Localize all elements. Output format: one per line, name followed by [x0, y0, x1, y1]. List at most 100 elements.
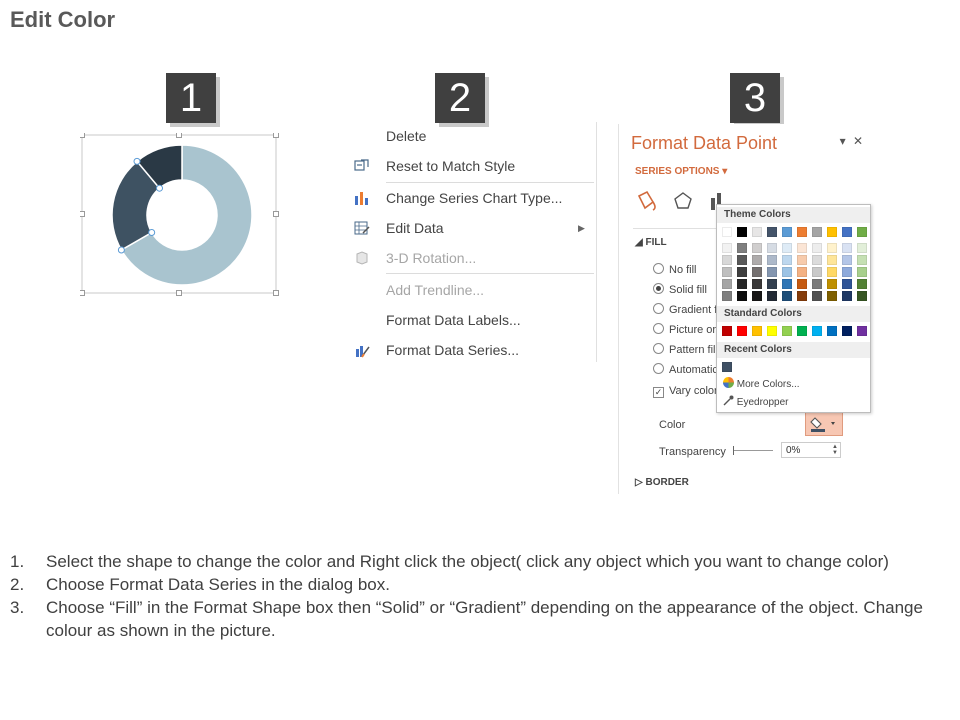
standard-color-swatch[interactable]	[812, 326, 822, 336]
slider-handle[interactable]	[733, 446, 734, 455]
theme-shade-swatch[interactable]	[842, 291, 852, 301]
theme-shade-swatch[interactable]	[857, 279, 867, 289]
menu-item-add-trendline[interactable]: Add Trendline...	[348, 276, 596, 304]
theme-color-swatch[interactable]	[782, 227, 792, 237]
theme-shade-swatch[interactable]	[812, 279, 822, 289]
theme-shade-swatch[interactable]	[722, 279, 732, 289]
theme-shade-swatch[interactable]	[737, 291, 747, 301]
theme-shade-swatch[interactable]	[857, 255, 867, 265]
theme-color-swatch[interactable]	[752, 227, 762, 237]
theme-shade-swatch[interactable]	[737, 279, 747, 289]
theme-shade-swatch[interactable]	[827, 267, 837, 277]
frame-resize-handle[interactable]	[80, 133, 85, 138]
theme-shade-swatch[interactable]	[797, 243, 807, 253]
frame-resize-handle[interactable]	[273, 133, 279, 138]
theme-shade-swatch[interactable]	[827, 291, 837, 301]
series-options-dropdown[interactable]: SERIES OPTIONS ▾	[635, 166, 727, 177]
theme-shade-swatch[interactable]	[767, 243, 777, 253]
theme-shade-swatch[interactable]	[722, 243, 732, 253]
theme-shade-swatch[interactable]	[752, 255, 762, 265]
theme-shade-swatch[interactable]	[767, 267, 777, 277]
vary-colors-checkbox[interactable]: ✓ Vary color	[653, 385, 718, 398]
radio-button[interactable]	[653, 323, 664, 334]
spinner-arrows-icon[interactable]: ▲ ▼	[832, 444, 838, 456]
fill-option-no-fill[interactable]: No fill	[653, 263, 697, 276]
theme-shade-swatch[interactable]	[737, 267, 747, 277]
selection-handle[interactable]	[156, 184, 164, 192]
theme-shade-swatch[interactable]	[827, 279, 837, 289]
fill-color-button[interactable]	[805, 412, 843, 436]
theme-shade-swatch[interactable]	[812, 267, 822, 277]
transparency-input[interactable]: 0% ▲ ▼	[781, 442, 841, 458]
radio-button[interactable]	[653, 343, 664, 354]
theme-shade-swatch[interactable]	[722, 267, 732, 277]
theme-shade-swatch[interactable]	[857, 243, 867, 253]
theme-shade-swatch[interactable]	[752, 243, 762, 253]
standard-color-swatch[interactable]	[752, 326, 762, 336]
theme-shade-swatch[interactable]	[737, 243, 747, 253]
donut-chart-panel[interactable]	[80, 133, 279, 296]
theme-shade-swatch[interactable]	[797, 279, 807, 289]
theme-shade-swatch[interactable]	[737, 255, 747, 265]
theme-shade-swatch[interactable]	[782, 267, 792, 277]
standard-color-swatch[interactable]	[827, 326, 837, 336]
frame-resize-handle[interactable]	[176, 290, 182, 296]
transparency-slider[interactable]	[733, 450, 773, 451]
theme-shade-swatch[interactable]	[752, 279, 762, 289]
theme-color-swatch[interactable]	[842, 227, 852, 237]
theme-shade-swatch[interactable]	[722, 255, 732, 265]
effects-tab-icon[interactable]	[674, 192, 692, 209]
close-icon[interactable]: ✕	[853, 134, 863, 148]
selection-handle[interactable]	[117, 246, 125, 254]
menu-item-delete[interactable]: Delete	[348, 122, 596, 150]
theme-shade-swatch[interactable]	[812, 255, 822, 265]
theme-color-swatch[interactable]	[767, 227, 777, 237]
radio-button-selected[interactable]	[653, 283, 664, 294]
checkmark-icon[interactable]: ✓	[653, 387, 664, 398]
theme-shade-swatch[interactable]	[782, 291, 792, 301]
theme-shade-swatch[interactable]	[782, 243, 792, 253]
frame-resize-handle[interactable]	[273, 290, 279, 296]
theme-color-swatch[interactable]	[737, 227, 747, 237]
menu-item-reset-style[interactable]: Reset to Match Style	[348, 152, 596, 180]
frame-resize-handle[interactable]	[176, 133, 182, 138]
fill-option-pattern-fill[interactable]: Pattern fill	[653, 343, 718, 356]
theme-shade-swatch[interactable]	[857, 267, 867, 277]
theme-shade-swatch[interactable]	[857, 291, 867, 301]
theme-shade-swatch[interactable]	[842, 267, 852, 277]
theme-shade-swatch[interactable]	[782, 279, 792, 289]
more-colors-link[interactable]: More Colors...	[723, 377, 800, 390]
theme-shade-swatch[interactable]	[827, 243, 837, 253]
standard-color-swatch[interactable]	[737, 326, 747, 336]
menu-item-edit-data[interactable]: Edit Data ▶	[348, 214, 596, 242]
theme-color-swatch[interactable]	[797, 227, 807, 237]
menu-item-3d-rotation[interactable]: 3-D Rotation...	[348, 244, 596, 272]
theme-color-swatch[interactable]	[722, 227, 732, 237]
frame-resize-handle[interactable]	[80, 290, 85, 296]
theme-shade-swatch[interactable]	[767, 291, 777, 301]
menu-item-change-chart-type[interactable]: Change Series Chart Type...	[348, 184, 596, 212]
theme-shade-swatch[interactable]	[812, 291, 822, 301]
frame-resize-handle[interactable]	[80, 211, 85, 217]
theme-shade-swatch[interactable]	[797, 291, 807, 301]
theme-shade-swatch[interactable]	[752, 267, 762, 277]
menu-item-format-data-series[interactable]: Format Data Series...	[348, 336, 596, 364]
fill-option-automatic[interactable]: Automatic	[653, 363, 718, 376]
standard-color-swatch[interactable]	[857, 326, 867, 336]
theme-color-swatch[interactable]	[827, 227, 837, 237]
recent-color-swatch[interactable]	[722, 362, 732, 372]
radio-button[interactable]	[653, 303, 664, 314]
fill-option-solid-fill[interactable]: Solid fill	[653, 283, 707, 296]
radio-button[interactable]	[653, 263, 664, 274]
theme-shade-swatch[interactable]	[767, 255, 777, 265]
theme-color-swatch[interactable]	[812, 227, 822, 237]
standard-color-swatch[interactable]	[722, 326, 732, 336]
fill-line-tab-icon[interactable]	[637, 190, 656, 211]
theme-shade-swatch[interactable]	[812, 243, 822, 253]
theme-shade-swatch[interactable]	[797, 267, 807, 277]
radio-button[interactable]	[653, 363, 664, 374]
theme-shade-swatch[interactable]	[782, 255, 792, 265]
eyedropper-link[interactable]: Eyedropper	[723, 395, 788, 408]
standard-color-swatch[interactable]	[842, 326, 852, 336]
standard-color-swatch[interactable]	[767, 326, 777, 336]
